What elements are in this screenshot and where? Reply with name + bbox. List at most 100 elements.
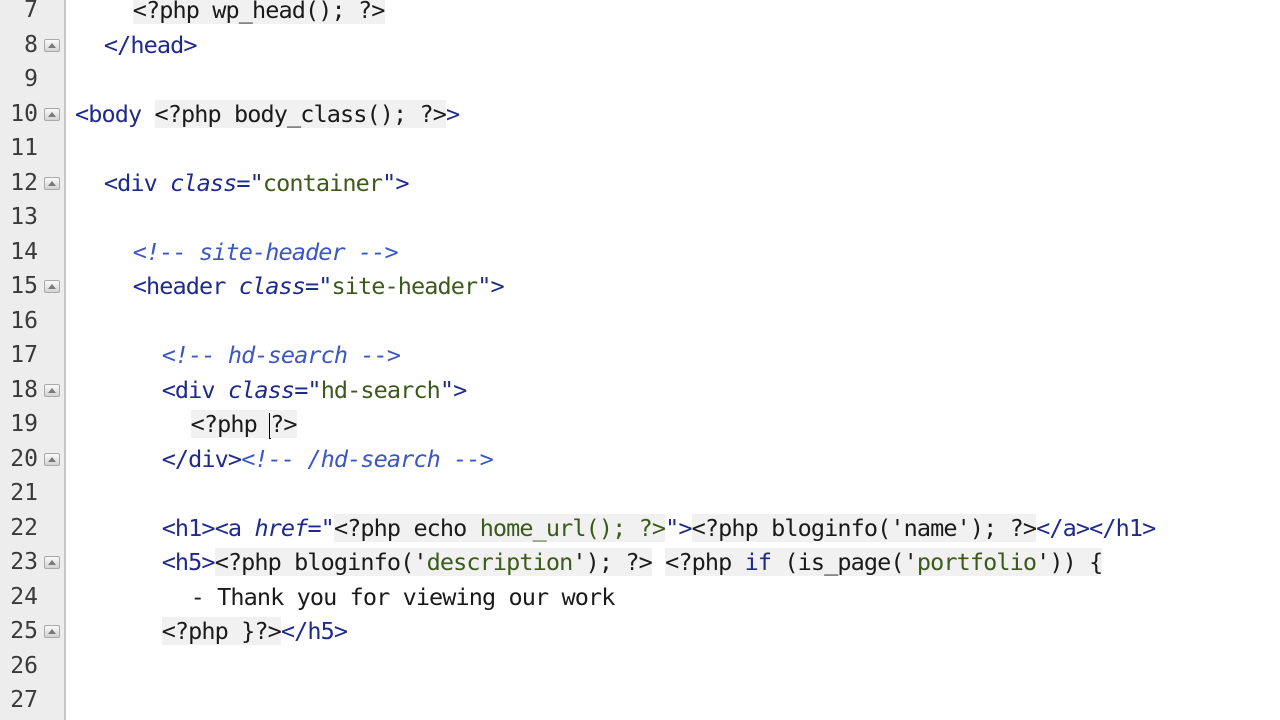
code-token: <?php wp_head(); ?> bbox=[132, 0, 385, 24]
gutter-row: 9 bbox=[0, 62, 66, 97]
code-line[interactable]: <header class="site-header"> bbox=[132, 269, 505, 304]
line-number: 18 bbox=[10, 376, 38, 403]
line-number: 26 bbox=[10, 652, 38, 679]
gutter-row: 12 bbox=[0, 166, 66, 201]
line-number: 16 bbox=[10, 307, 38, 334]
code-token: <header bbox=[132, 272, 239, 300]
line-number: 22 bbox=[10, 514, 38, 541]
gutter-row: 24 bbox=[0, 580, 66, 615]
code-token: =" bbox=[236, 168, 263, 197]
code-line[interactable]: <div class="container"> bbox=[103, 166, 410, 201]
code-token: </h5> bbox=[280, 617, 348, 645]
code-line[interactable]: <!-- hd-search --> bbox=[161, 338, 401, 373]
code-token: echo bbox=[413, 513, 480, 542]
code-line[interactable]: <?php }?></h5> bbox=[161, 614, 348, 649]
gutter-row: 8 bbox=[0, 28, 66, 63]
code-token: <?php }?> bbox=[161, 617, 282, 645]
code-token: <h5> bbox=[161, 548, 216, 576]
code-token: portfolio bbox=[916, 548, 1037, 576]
gutter-row: 14 bbox=[0, 235, 66, 270]
fold-triangle-icon[interactable] bbox=[44, 107, 60, 121]
code-token: <?php bloginfo('name'); ?> bbox=[691, 513, 1037, 542]
code-token: <div bbox=[103, 168, 171, 197]
line-number: 11 bbox=[10, 135, 38, 161]
gutter-row: 21 bbox=[0, 476, 66, 511]
code-line[interactable]: <h5><?php bloginfo('description'); ?> <?… bbox=[162, 545, 1103, 580]
code-token: =" bbox=[305, 272, 332, 300]
code-editor[interactable]: 7 8 9 10 11 12 13 14 15 16 17 18 19 20 21 22 23 24 25 26 27 … bbox=[0, 0, 1280, 720]
code-token: "> bbox=[477, 272, 504, 300]
line-number: 20 bbox=[10, 445, 38, 472]
code-token: home_url(); ?> bbox=[479, 513, 666, 542]
code-token: <?php bbox=[190, 410, 271, 438]
code-token: "> bbox=[382, 168, 409, 197]
code-line[interactable]: <?php wp_head(); ?> bbox=[132, 0, 385, 28]
code-token: hd-search bbox=[320, 375, 441, 404]
line-number: 15 bbox=[10, 273, 38, 299]
code-token: ?> bbox=[270, 410, 297, 438]
fold-triangle-icon[interactable] bbox=[44, 625, 60, 638]
code-line[interactable]: <!-- site-header --> bbox=[132, 235, 399, 270]
code-line[interactable]: <div class="hd-search"> bbox=[161, 373, 468, 408]
fold-triangle-icon[interactable] bbox=[44, 556, 60, 569]
code-token: <!-- site-header --> bbox=[132, 237, 399, 266]
code-token: description bbox=[426, 548, 573, 576]
code-token: =" bbox=[307, 513, 334, 542]
gutter-row: 26 bbox=[0, 649, 66, 684]
line-number: 9 bbox=[24, 66, 38, 92]
line-number: 25 bbox=[10, 618, 38, 644]
gutter-row: 13 bbox=[0, 200, 66, 235]
line-number: 12 bbox=[10, 169, 38, 196]
code-line[interactable]: </head> bbox=[103, 28, 198, 63]
code-line[interactable]: <body <?php body_class(); ?>> bbox=[75, 97, 460, 132]
gutter-row: 15 bbox=[0, 269, 66, 304]
gutter-row: 27 bbox=[0, 683, 66, 718]
code-line[interactable]: - Thank you for viewing our work bbox=[190, 580, 616, 615]
code-token: - Thank you for viewing our work bbox=[190, 582, 616, 611]
line-number: 7 bbox=[24, 0, 38, 23]
fold-triangle-icon[interactable] bbox=[44, 452, 60, 466]
fold-triangle-icon[interactable] bbox=[44, 176, 60, 190]
code-token: if bbox=[744, 548, 772, 576]
code-text-area[interactable]: <?php wp_head(); ?> </head> <body <?php bo… bbox=[68, 0, 1280, 720]
gutter-row: 7 bbox=[0, 0, 66, 28]
code-token: "> bbox=[439, 375, 467, 404]
line-number: 21 bbox=[10, 480, 38, 506]
fold-triangle-icon[interactable] bbox=[44, 383, 60, 397]
code-token: <?php body_class(); ?> bbox=[154, 99, 447, 128]
code-line[interactable]: <h1><a href="<?php echo home_url(); ?>">… bbox=[162, 511, 1156, 546]
line-number: 17 bbox=[10, 342, 38, 368]
code-token: <h1> bbox=[161, 513, 216, 542]
code-token: <?php bbox=[333, 513, 414, 542]
line-number: 23 bbox=[10, 549, 38, 575]
code-token: <a bbox=[214, 513, 255, 542]
code-token: </head> bbox=[103, 30, 198, 59]
line-number: 13 bbox=[10, 204, 38, 230]
line-number: 24 bbox=[10, 583, 38, 610]
gutter-row: 11 bbox=[0, 131, 66, 166]
gutter-row: 17 bbox=[0, 338, 66, 373]
gutter-row: 10 bbox=[0, 97, 66, 132]
code-token: "> bbox=[665, 513, 692, 542]
fold-triangle-icon[interactable] bbox=[44, 280, 60, 293]
line-number: 8 bbox=[24, 31, 38, 58]
gutter-row: 20 bbox=[0, 442, 66, 477]
code-token: ')) { bbox=[1036, 548, 1103, 576]
code-token: =" bbox=[294, 375, 321, 404]
code-line[interactable]: <?php ?> bbox=[190, 407, 297, 442]
gutter-row: 23 bbox=[0, 545, 66, 580]
code-token: class bbox=[170, 168, 237, 197]
code-token: class bbox=[227, 375, 295, 404]
code-token: </h1> bbox=[1089, 513, 1156, 542]
line-number-gutter[interactable]: 7 8 9 10 11 12 13 14 15 16 17 18 19 20 21 22 23 24 25 26 27 bbox=[0, 0, 66, 720]
code-token: href bbox=[254, 513, 308, 542]
gutter-row: 22 bbox=[0, 511, 66, 546]
gutter-row: 19 bbox=[0, 407, 66, 442]
code-token: <?php bbox=[665, 548, 745, 576]
gutter-row: 18 bbox=[0, 373, 66, 408]
code-token: <div bbox=[161, 375, 228, 404]
code-token: <!-- hd-search --> bbox=[161, 341, 401, 369]
code-line[interactable]: </div><!-- /hd-search --> bbox=[162, 442, 494, 477]
fold-triangle-icon[interactable] bbox=[44, 38, 60, 52]
